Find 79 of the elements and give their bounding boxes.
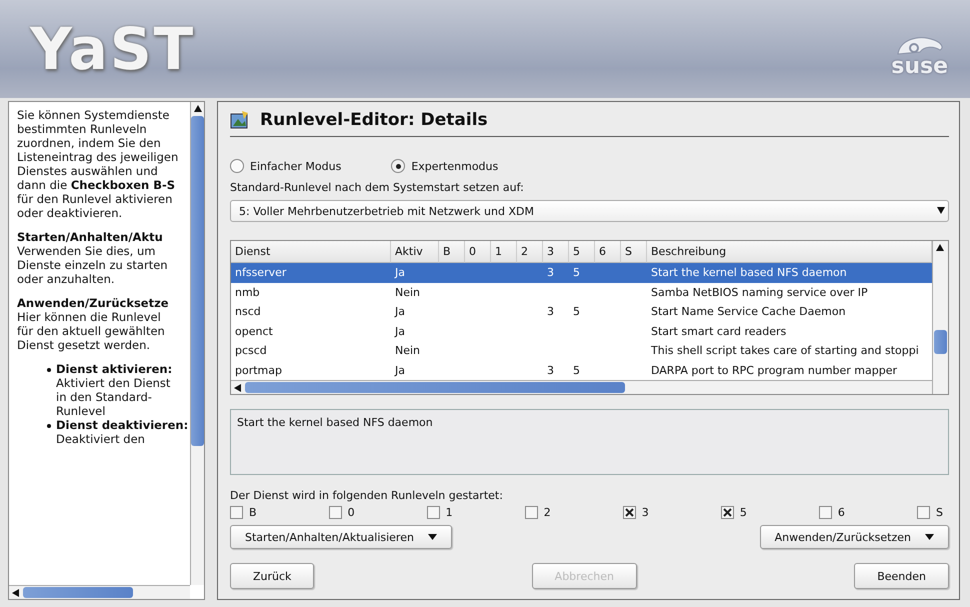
table-cell-text: portmap (234, 362, 283, 379)
table-cell-text: This shell script takes care of starting and stoppi (650, 343, 920, 360)
cross-icon (624, 508, 634, 517)
table-cell-text: nmb (234, 284, 261, 301)
scroll-thumb[interactable] (23, 587, 133, 598)
table-cell-text: 5 (572, 265, 581, 282)
table-cell-text: Start smart card readers (650, 324, 788, 340)
table-cell-text: Start the kernel based NFS daemon (650, 265, 848, 282)
table-cell-text: Ja (394, 324, 406, 340)
help-paragraph: Aktiviert den Dienst in den Standard-Runlevel (56, 376, 172, 418)
table-cell-text: 5 (572, 362, 581, 379)
bullet-icon (47, 368, 51, 372)
runlevel-dropdown[interactable]: 5: Voller Mehrbenutzerbetrieb mit Netzwerk und XDM (230, 200, 949, 222)
scrollbar[interactable] (9, 585, 190, 599)
scroll-up-icon[interactable] (194, 105, 202, 113)
table-cell-text: pcscd (234, 343, 268, 360)
column-header[interactable]: Beschreibung (647, 241, 932, 263)
help-heading: Dienst deaktivieren: (56, 418, 188, 432)
table-cell-text: 3 (546, 304, 555, 320)
scrollbar[interactable] (932, 241, 948, 394)
editor-icon (230, 111, 250, 129)
table-cell-text: 3 (546, 362, 555, 379)
column-header[interactable]: Aktiv (391, 241, 439, 263)
help-heading: Anwenden/Zurücksetze (17, 296, 170, 310)
scroll-thumb[interactable] (191, 116, 204, 446)
column-header[interactable]: Dienst (231, 241, 391, 263)
column-header[interactable]: S (621, 241, 647, 263)
field-label: Der Dienst wird in folgenden Runleveln gestartet: (230, 489, 504, 502)
scroll-up-icon[interactable] (936, 244, 944, 252)
table-cell-text: Ja (394, 362, 406, 379)
dropdown-icon[interactable] (937, 207, 945, 215)
description-box: Start the kernel based NFS daemon (230, 409, 949, 475)
cross-icon (722, 508, 732, 517)
table-cell-text: 5 (572, 304, 581, 320)
page-title: Runlevel-Editor: Details (260, 110, 488, 130)
yast-logo: YaST (30, 15, 196, 83)
runlevel-checkbox[interactable]: B (230, 506, 257, 519)
column-header[interactable]: 0 (465, 241, 491, 263)
column-header[interactable]: 6 (595, 241, 621, 263)
menu-button[interactable]: Anwenden/Zurücksetzen (760, 525, 949, 549)
table-cell-text: nfsserver (234, 265, 288, 282)
table-cell-text: Start Name Service Cache Daemon (650, 304, 847, 320)
column-header[interactable]: B (439, 241, 465, 263)
table-row[interactable]: nfsserver Ja 3 5 Start the kernel based NFS daemon (231, 263, 932, 282)
table-cell-text: DARPA port to RPC program number mapper (650, 362, 898, 379)
scroll-left-icon[interactable] (12, 588, 20, 596)
menu-button[interactable]: Starten/Anhalten/Aktualisieren (230, 525, 452, 549)
table-cell-text: openct (234, 324, 274, 340)
table-cell-text: Nein (394, 284, 422, 301)
dialog-button[interactable]: Beenden (854, 563, 949, 589)
help-paragraph: Verwenden Sie dies, um Dienste einzeln zu starten oder anzuhalten. (17, 244, 169, 286)
table-cell-text: Ja (394, 265, 406, 282)
table-cell-text: Nein (394, 343, 422, 360)
caret-icon (428, 534, 437, 540)
column-header[interactable]: 3 (543, 241, 569, 263)
help-heading: Starten/Anhalten/Aktu (17, 230, 164, 244)
mode-radio[interactable]: Expertenmodus (391, 159, 498, 173)
scrollbar[interactable] (190, 102, 204, 585)
brand-logo: suse (891, 56, 948, 78)
table-cell-text: nscd (234, 304, 262, 320)
help-heading: Dienst aktivieren: (56, 362, 174, 376)
field-label: Standard-Runlevel nach dem Systemstart setzen auf: (230, 181, 525, 194)
scroll-thumb[interactable] (245, 382, 625, 393)
help-paragraph: Deaktiviert den (56, 432, 146, 446)
scroll-left-icon[interactable] (234, 384, 242, 392)
mode-radio[interactable]: Einfacher Modus (230, 159, 342, 173)
column-header[interactable]: 2 (517, 241, 543, 263)
column-header[interactable]: 5 (569, 241, 595, 263)
bullet-icon (47, 424, 51, 428)
help-paragraph: Hier können die Runlevel für den aktuell gewählten Dienst gesetzt werden. (17, 310, 166, 352)
table-cell-text: 3 (546, 265, 555, 282)
caret-icon (925, 534, 934, 540)
scrollbar[interactable] (231, 380, 932, 394)
help-paragraph: Sie können Systemdienste bestimmten Runleveln zuordnen, indem Sie den Listeneintrag des jeweiligen Dienstes auswählen und dann die Checkboxen B-S für den Runlevel aktivieren oder deaktivieren. (17, 108, 180, 220)
table-cell-text: Samba NetBIOS naming service over IP (650, 284, 869, 301)
table-cell-text: Ja (394, 304, 406, 320)
dialog-button[interactable]: Zurück (230, 563, 314, 589)
scroll-thumb[interactable] (934, 330, 947, 354)
column-header[interactable]: 1 (491, 241, 517, 263)
